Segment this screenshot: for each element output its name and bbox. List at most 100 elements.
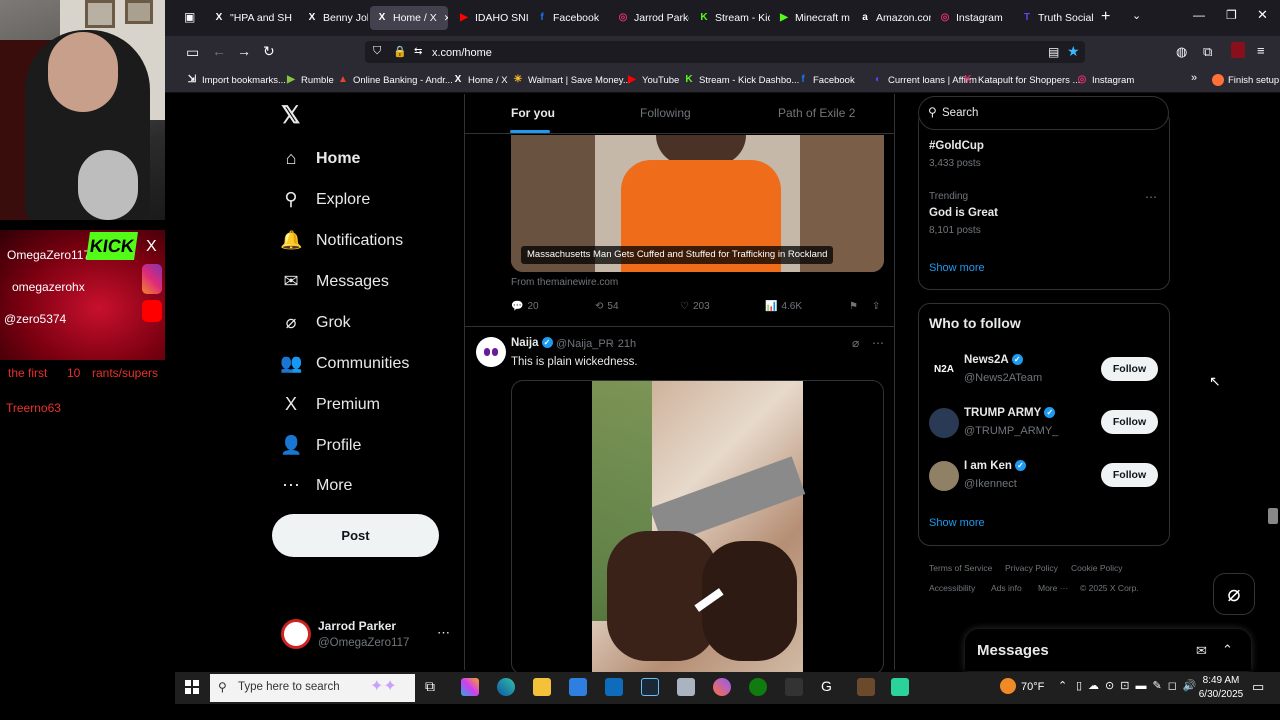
bookmark-item[interactable]: ◎ Instagram: [1076, 74, 1135, 86]
chevron-down-icon[interactable]: ⌄: [1132, 9, 1141, 22]
browser-tab[interactable]: ◎ Jarrod Parke: [611, 6, 689, 30]
account-avatar[interactable]: [281, 619, 311, 649]
tab-path-of-exile[interactable]: Path of Exile 2: [778, 106, 855, 120]
browser-tab[interactable]: K Stream - Kick: [692, 6, 770, 30]
reply-button[interactable]: 💬 20: [511, 301, 539, 312]
menu-icon[interactable]: ≡: [1257, 43, 1265, 58]
nav-item-explore[interactable]: ⚲ Explore: [280, 189, 370, 210]
browser-tab[interactable]: X Benny Johns: [300, 6, 368, 30]
tray-chevron-icon[interactable]: ⌃: [1058, 679, 1067, 692]
show-more-follows[interactable]: Show more: [929, 517, 985, 529]
xbox-icon[interactable]: [749, 678, 767, 696]
account-name[interactable]: Jarrod Parker: [318, 619, 396, 633]
site-settings-icon[interactable]: ⇆: [414, 46, 422, 57]
taskbar-time[interactable]: 8:49 AM: [1197, 675, 1245, 686]
browser-tab[interactable]: X Home / X ✕: [370, 6, 448, 30]
store-icon[interactable]: [569, 678, 587, 696]
follow-button-trump-army[interactable]: Follow: [1101, 410, 1158, 434]
account-icon[interactable]: ◍: [1176, 44, 1187, 60]
reader-view-icon[interactable]: ▤: [1048, 45, 1059, 59]
grok-post-icon[interactable]: ⌀: [852, 336, 859, 350]
bookmark-item[interactable]: ▶ Rumble: [285, 74, 334, 86]
forward-button[interactable]: →: [237, 43, 251, 59]
sidebar-toggle-icon[interactable]: ▭: [186, 44, 199, 61]
reload-button[interactable]: ↻: [263, 43, 275, 60]
steam-icon[interactable]: [641, 678, 659, 696]
taskbar-search-placeholder[interactable]: Type here to search: [238, 681, 340, 693]
browser-tab[interactable]: T Truth Social: [1015, 6, 1097, 30]
like-button[interactable]: ♡ 203: [680, 301, 710, 312]
browser-tab[interactable]: ▶ IDAHO SNIP: [452, 6, 528, 30]
weather-temp[interactable]: 70°F: [1021, 681, 1044, 693]
follow-name-trump-army[interactable]: TRUMP ARMY ✓: [964, 407, 1056, 419]
notification-center-icon[interactable]: ▭: [1252, 679, 1264, 695]
trend-goldcup[interactable]: #GoldCup: [929, 140, 984, 152]
follow-handle-trump-army[interactable]: @TRUMP_ARMY_: [964, 425, 1058, 437]
minecraft-icon[interactable]: [857, 678, 875, 696]
more-bookmarks-icon[interactable]: »: [1191, 72, 1197, 84]
account-handle[interactable]: @OmegaZero117: [318, 637, 409, 649]
bookmark-button[interactable]: ⚑: [849, 301, 858, 312]
file-explorer-icon[interactable]: [533, 678, 551, 696]
tab-list-icon[interactable]: ▣: [184, 10, 195, 24]
taskbar-date[interactable]: 6/30/2025: [1197, 689, 1245, 700]
firefox-taskbar-icon[interactable]: [713, 678, 731, 696]
x-logo-icon[interactable]: 𝕏: [281, 101, 300, 130]
post-time[interactable]: · 21h: [611, 338, 636, 350]
kick-app-icon[interactable]: [891, 678, 909, 696]
nav-item-messages[interactable]: ✉ Messages: [280, 271, 388, 292]
bookmark-item[interactable]: X Home / X: [452, 74, 508, 86]
messages-drawer-title[interactable]: Messages: [977, 642, 1049, 659]
edge-icon[interactable]: [497, 678, 515, 696]
footer-accessibility[interactable]: Accessibility: [929, 583, 975, 593]
task-view-icon[interactable]: ⧉: [425, 678, 443, 696]
bookmark-item[interactable]: K Stream - Kick Dashbo...: [683, 74, 799, 86]
nav-item-home[interactable]: ⌂ Home: [280, 148, 361, 169]
footer-ads-info[interactable]: Ads info: [991, 583, 1022, 593]
bookmark-item[interactable]: K Katapult for Shoppers ...: [962, 74, 1080, 86]
show-more-trends[interactable]: Show more: [929, 262, 985, 274]
views-button[interactable]: 📊 4.6K: [765, 301, 802, 312]
footer-terms[interactable]: Terms of Service: [929, 563, 992, 573]
extension-icon[interactable]: [1231, 42, 1245, 58]
bookmark-item[interactable]: ✳ Walmart | Save Money...: [512, 74, 631, 86]
nav-item-notifications[interactable]: 🔔 Notifications: [280, 230, 403, 251]
browser-tab[interactable]: f Facebook: [530, 6, 608, 30]
back-button[interactable]: ←: [212, 43, 226, 59]
nav-item-grok[interactable]: ⌀ Grok: [280, 312, 351, 333]
new-tab-icon[interactable]: +: [1101, 8, 1110, 26]
bookmark-item[interactable]: ▶ YouTube: [626, 74, 679, 86]
post-button[interactable]: Post: [272, 514, 439, 557]
copilot-icon[interactable]: [461, 678, 479, 696]
post-author-handle[interactable]: @Naija_PR: [556, 338, 614, 350]
url-text[interactable]: x.com/home: [432, 47, 492, 59]
finish-setup-link[interactable]: Finish setup: [1212, 74, 1279, 86]
ken-avatar[interactable]: [929, 461, 959, 491]
close-window-button[interactable]: ✕: [1257, 7, 1268, 23]
post-more-icon[interactable]: ⋯: [872, 336, 884, 350]
follow-button-ken[interactable]: Follow: [1101, 463, 1158, 487]
share-button[interactable]: ⇪: [872, 301, 880, 312]
news2a-avatar[interactable]: N2A: [929, 355, 959, 385]
footer-cookie[interactable]: Cookie Policy: [1071, 563, 1123, 573]
bookmark-item[interactable]: ⇲ Import bookmarks...: [186, 74, 286, 86]
account-menu-icon[interactable]: ⋯: [437, 625, 450, 641]
grok-fab-icon[interactable]: ⌀: [1213, 573, 1255, 615]
expand-drawer-icon[interactable]: ⌃: [1222, 642, 1233, 658]
search-placeholder[interactable]: Search: [942, 107, 978, 119]
follow-button-news2a[interactable]: Follow: [1101, 357, 1158, 381]
trump-army-avatar[interactable]: [929, 408, 959, 438]
app2-icon[interactable]: [785, 678, 803, 696]
trend-god-is-great[interactable]: God is Great: [929, 207, 998, 219]
browser-tab[interactable]: X "HPA and SH: [207, 6, 297, 30]
post-author-name[interactable]: Naija ✓: [511, 337, 553, 349]
browser-tab[interactable]: a Amazon.com: [853, 6, 931, 30]
follow-handle-ken[interactable]: @Ikennect: [964, 478, 1017, 490]
lock-icon[interactable]: 🔒: [393, 45, 407, 58]
article-caption[interactable]: Massachusetts Man Gets Cuffed and Stuffe…: [521, 246, 834, 264]
windows-start-icon[interactable]: [185, 680, 199, 694]
tray-icons[interactable]: ▯☁⊙⊡▬✎◻🔊: [1076, 679, 1203, 692]
close-tab-icon[interactable]: ✕: [444, 13, 448, 24]
extensions-icon[interactable]: ⧉: [1203, 44, 1212, 60]
bookmark-item[interactable]: f Facebook: [797, 74, 854, 86]
